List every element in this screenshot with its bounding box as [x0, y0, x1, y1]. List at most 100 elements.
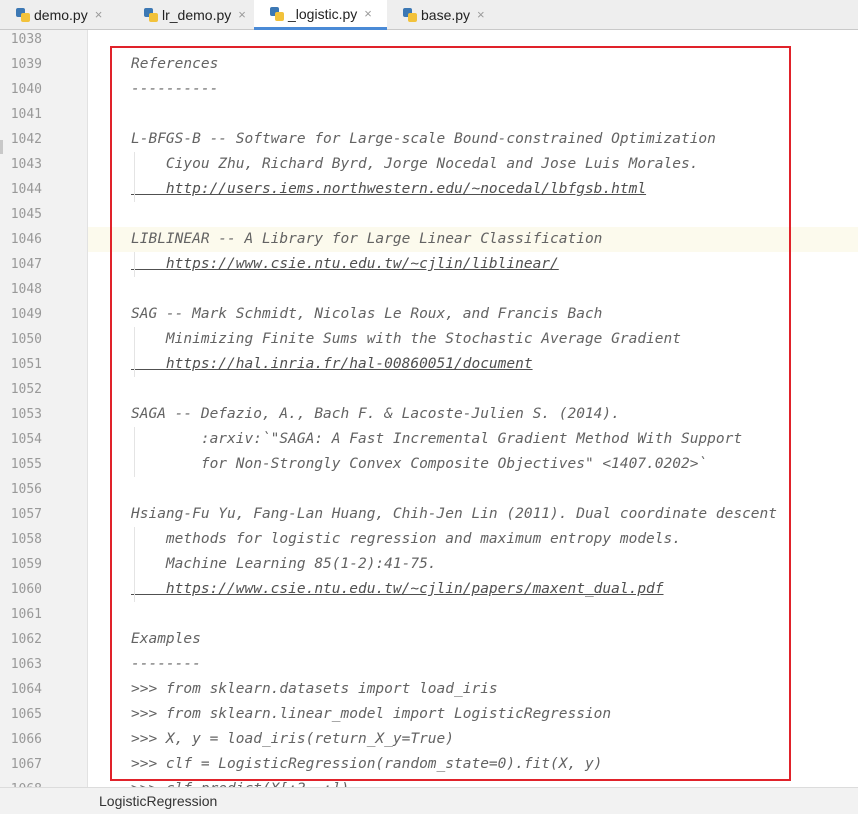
code-line[interactable]: >>> from sklearn.datasets import load_ir… [88, 677, 858, 702]
code-line[interactable]: SAG -- Mark Schmidt, Nicolas Le Roux, an… [88, 302, 858, 327]
tab-label: lr_demo.py [162, 6, 232, 23]
close-icon[interactable]: × [238, 7, 246, 22]
line-number[interactable]: 1051 [0, 352, 42, 377]
line-number[interactable]: 1046 [0, 227, 42, 252]
close-icon[interactable]: × [95, 7, 103, 22]
code-line[interactable]: ---------- [88, 77, 858, 102]
code-text: >>> clf = LogisticRegression(random_stat… [131, 756, 603, 772]
line-number[interactable]: 1040 [0, 77, 42, 102]
line-number[interactable]: 1062 [0, 627, 42, 652]
line-number[interactable]: 1048 [0, 277, 42, 302]
code-text: >>> from sklearn.datasets import load_ir… [131, 681, 498, 697]
line-number[interactable]: 1056 [0, 477, 42, 502]
code-text: >>> clf.predict(X[:2, :]) [131, 777, 349, 787]
code-line[interactable] [88, 102, 858, 127]
indent-guide [134, 427, 135, 477]
code-line[interactable] [88, 30, 858, 52]
code-line[interactable] [88, 202, 858, 227]
code-line[interactable]: >>> X, y = load_iris(return_X_y=True) [88, 727, 858, 752]
close-icon[interactable]: × [477, 7, 485, 22]
tab-base[interactable]: base.py × [387, 0, 497, 29]
code-line[interactable]: Examples [88, 627, 858, 652]
line-number[interactable]: 1063 [0, 652, 42, 677]
line-number[interactable]: 1050 [0, 327, 42, 352]
code-line[interactable]: LIBLINEAR -- A Library for Large Linear … [88, 227, 858, 252]
code-line[interactable]: https://www.csie.ntu.edu.tw/~cjlin/paper… [88, 577, 858, 602]
line-number[interactable]: 1044 [0, 177, 42, 202]
code-line[interactable]: >>> clf.predict(X[:2, :]) [88, 777, 858, 787]
line-number[interactable]: 1065 [0, 702, 42, 727]
code-line[interactable]: methods for logistic regression and maxi… [88, 527, 858, 552]
python-file-icon [270, 6, 284, 21]
code-line[interactable] [88, 477, 858, 502]
tab-logistic[interactable]: _logistic.py × [254, 0, 387, 30]
code-line[interactable]: -------- [88, 652, 858, 677]
code-line[interactable]: https://www.csie.ntu.edu.tw/~cjlin/libli… [88, 252, 858, 277]
line-number[interactable]: 1049 [0, 302, 42, 327]
code-line[interactable] [88, 277, 858, 302]
line-number[interactable]: 1068 [0, 777, 42, 787]
line-number[interactable]: 1054 [0, 427, 42, 452]
code-line[interactable]: :arxiv:`"SAGA: A Fast Incremental Gradie… [88, 427, 858, 452]
line-number[interactable]: 1053 [0, 402, 42, 427]
line-number[interactable]: 1058 [0, 527, 42, 552]
line-number[interactable]: 1067 [0, 752, 42, 777]
line-number[interactable]: 1057 [0, 502, 42, 527]
code-line[interactable] [88, 602, 858, 627]
tab-demo[interactable]: demo.py × [0, 0, 128, 29]
code-link[interactable]: http://users.iems.northwestern.edu/~noce… [131, 177, 646, 202]
code-line[interactable]: L-BFGS-B -- Software for Large-scale Bou… [88, 127, 858, 152]
code-line[interactable]: >>> clf = LogisticRegression(random_stat… [88, 752, 858, 777]
breadcrumb-bar: LogisticRegression [0, 787, 858, 814]
code-text: Minimizing Finite Sums with the Stochast… [131, 331, 681, 347]
indent-guide [134, 527, 135, 602]
code-text: SAGA -- Defazio, A., Bach F. & Lacoste-J… [131, 406, 620, 422]
editor-tab-bar: demo.py × lr_demo.py × _logistic.py × ba… [0, 0, 858, 30]
code-link[interactable]: https://www.csie.ntu.edu.tw/~cjlin/libli… [131, 252, 559, 277]
code-text: SAG -- Mark Schmidt, Nicolas Le Roux, an… [131, 306, 603, 322]
line-number[interactable]: 1047 [0, 252, 42, 277]
code-line[interactable] [88, 377, 858, 402]
code-line[interactable]: http://users.iems.northwestern.edu/~noce… [88, 177, 858, 202]
code-line[interactable]: Minimizing Finite Sums with the Stochast… [88, 327, 858, 352]
code-text: >>> X, y = load_iris(return_X_y=True) [131, 731, 455, 747]
code-text: Machine Learning 85(1-2):41-75. [131, 556, 437, 572]
line-number[interactable]: 1039 [0, 52, 42, 77]
indent-guide [134, 152, 135, 202]
line-number[interactable]: 1061 [0, 602, 42, 627]
line-number[interactable]: 1066 [0, 727, 42, 752]
code-line[interactable]: References [88, 52, 858, 77]
code-link[interactable]: https://www.csie.ntu.edu.tw/~cjlin/paper… [131, 577, 664, 602]
line-number[interactable]: 1060 [0, 577, 42, 602]
line-number[interactable]: 1059 [0, 552, 42, 577]
code-text: L-BFGS-B -- Software for Large-scale Bou… [131, 131, 716, 147]
tab-label: demo.py [34, 6, 88, 23]
line-number[interactable]: 1055 [0, 452, 42, 477]
code-link[interactable]: https://hal.inria.fr/hal-00860051/docume… [131, 352, 533, 377]
code-text: References [131, 56, 219, 72]
line-number-gutter[interactable]: 1038 1039 1040 1041 1042 1043 1044 1045 1046 1047… [0, 30, 88, 787]
close-icon[interactable]: × [364, 6, 372, 21]
python-file-icon [16, 7, 30, 22]
code-line[interactable]: SAGA -- Defazio, A., Bach F. & Lacoste-J… [88, 402, 858, 427]
code-line[interactable]: >>> from sklearn.linear_model import Log… [88, 702, 858, 727]
code-text: >>> from sklearn.linear_model import Log… [131, 706, 612, 722]
line-number[interactable]: 1042 [0, 127, 42, 152]
code-line[interactable]: for Non-Strongly Convex Composite Object… [88, 452, 858, 477]
code-editor[interactable]: References ---------- L-BFGS-B -- Software… [88, 30, 858, 787]
line-number[interactable]: 1064 [0, 677, 42, 702]
tab-lr-demo[interactable]: lr_demo.py × [128, 0, 254, 29]
line-number[interactable]: 1041 [0, 102, 42, 127]
line-number[interactable]: 1043 [0, 152, 42, 177]
code-line[interactable]: Ciyou Zhu, Richard Byrd, Jorge Nocedal a… [88, 152, 858, 177]
code-line[interactable]: Machine Learning 85(1-2):41-75. [88, 552, 858, 577]
breadcrumb-class[interactable]: LogisticRegression [99, 793, 217, 809]
line-number[interactable]: 1045 [0, 202, 42, 227]
code-line[interactable]: https://hal.inria.fr/hal-00860051/docume… [88, 352, 858, 377]
line-number[interactable]: 1052 [0, 377, 42, 402]
code-text: ---------- [131, 81, 219, 97]
code-text: LIBLINEAR -- A Library for Large Linear … [131, 231, 603, 247]
code-line[interactable]: Hsiang-Fu Yu, Fang-Lan Huang, Chih-Jen L… [88, 502, 858, 527]
line-number[interactable]: 1038 [0, 30, 42, 52]
indent-guide [134, 252, 135, 277]
